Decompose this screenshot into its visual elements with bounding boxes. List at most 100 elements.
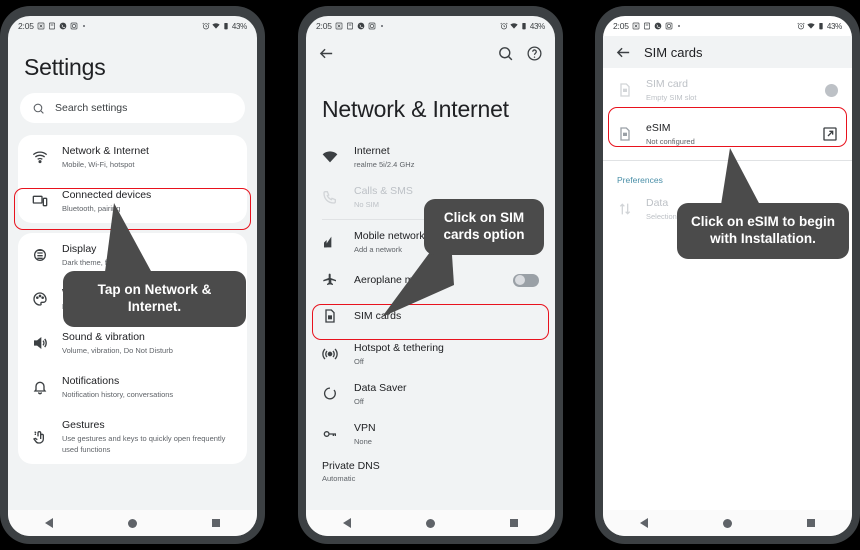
vpn-icon — [322, 426, 338, 442]
calls-sms-icon — [322, 189, 338, 205]
page-title: Settings — [24, 54, 106, 80]
row-title: eSIM — [646, 122, 671, 134]
status-bar-right: 43% — [500, 22, 545, 31]
status-time: 2:05 — [613, 21, 629, 31]
status-bar: 2:05 43% — [603, 16, 852, 36]
row-title: Network & Internet — [62, 145, 149, 157]
home-circle-icon[interactable] — [127, 518, 137, 528]
wifi-icon — [807, 22, 815, 30]
status-dot — [677, 25, 680, 27]
row-title: Notifications — [62, 375, 120, 387]
row-title: Calls & SMS — [354, 185, 413, 197]
back-arrow-icon[interactable] — [318, 45, 335, 62]
row-title: Hotspot & tethering — [354, 342, 444, 354]
signal-icon — [322, 234, 338, 250]
nav-bar — [306, 510, 555, 536]
battery-percent: 43% — [231, 21, 247, 31]
sidebar-item-gestures[interactable]: Gestures Use gestures and keys to quickl… — [18, 409, 247, 464]
data-saver-icon — [322, 386, 338, 402]
hotspot-icon — [322, 346, 338, 362]
battery-icon — [817, 22, 825, 30]
bell-icon — [32, 379, 48, 395]
wifi-icon — [322, 149, 338, 165]
page-title: SIM cards — [644, 44, 703, 60]
screenshot-icon — [335, 22, 343, 30]
row-title: Connected devices — [62, 189, 152, 201]
status-bar-left: 2:05 — [316, 21, 383, 31]
sidebar-item-network-internet[interactable]: Network & Internet Mobile, Wi-Fi, hotspo… — [18, 135, 247, 179]
network-scroll[interactable]: Internet realme 5i/2.4 GHz Calls & SMS N… — [306, 137, 555, 536]
settings-scroll[interactable]: Network & Internet Mobile, Wi-Fi, hotspo… — [8, 135, 257, 536]
sim-card-toggle[interactable] — [825, 83, 838, 97]
recent-square-icon[interactable] — [509, 519, 518, 527]
row-title: Private DNS — [322, 460, 380, 472]
wallpaper-icon — [32, 291, 48, 307]
aeroplane-mode-toggle[interactable] — [513, 273, 539, 287]
battery-percent: 43% — [529, 21, 545, 31]
app-bar — [306, 36, 555, 70]
external-link-icon[interactable] — [822, 126, 838, 142]
devices-icon — [32, 193, 48, 209]
status-bar: 2:05 43% — [8, 16, 257, 36]
back-triangle-icon[interactable] — [343, 518, 352, 528]
status-time: 2:05 — [18, 21, 34, 31]
screenshot-icon — [632, 22, 640, 30]
search-icon[interactable] — [497, 45, 514, 62]
list-item-hotspot-tethering[interactable]: Hotspot & tethering Off — [306, 334, 555, 374]
list-item-data-saver[interactable]: Data Saver Off — [306, 374, 555, 414]
phone-icon — [59, 22, 67, 30]
row-title: SIM card — [646, 78, 689, 90]
back-triangle-icon[interactable] — [640, 518, 649, 528]
back-triangle-icon[interactable] — [45, 518, 54, 528]
wifi-icon — [212, 22, 220, 30]
row-title: Sound & vibration — [62, 331, 145, 343]
home-circle-icon[interactable] — [722, 518, 732, 528]
search-placeholder: Search settings — [55, 102, 128, 114]
alarm-icon — [202, 22, 210, 30]
recent-square-icon[interactable] — [211, 519, 220, 527]
battery-icon — [222, 22, 230, 30]
search-input[interactable]: Search settings — [20, 93, 245, 123]
phone3-screen: 2:05 43% SIM cards SIM card Empty SIM sl… — [603, 16, 852, 536]
battery-icon — [520, 22, 528, 30]
row-title: Gestures — [62, 419, 105, 431]
page-title: Network & Internet — [322, 96, 509, 122]
alarm-icon — [500, 22, 508, 30]
callout-click-esim: Click on eSIM to begin with Installation… — [677, 203, 849, 259]
status-bar-left: 2:05 — [18, 21, 85, 31]
sidebar-item-notifications[interactable]: Notifications Notification history, conv… — [18, 365, 247, 409]
sidebar-item-sound-vibration[interactable]: Sound & vibration Volume, vibration, Do … — [18, 321, 247, 365]
row-title: Internet — [354, 145, 390, 157]
wifi-icon — [32, 149, 48, 165]
display-icon — [32, 247, 48, 263]
row-subtitle: Use gestures and keys to quickly open fr… — [62, 434, 226, 454]
recent-square-icon[interactable] — [806, 519, 815, 527]
home-circle-icon[interactable] — [425, 518, 435, 528]
sim-list[interactable]: SIM card Empty SIM slot eSIM Not configu… — [603, 68, 852, 504]
screenshot-icon — [37, 22, 45, 30]
phone-icon — [357, 22, 365, 30]
list-item-internet[interactable]: Internet realme 5i/2.4 GHz — [306, 137, 555, 177]
row-title: VPN — [354, 422, 376, 434]
alarm-icon — [368, 22, 376, 30]
list-item-vpn[interactable]: VPN None — [306, 414, 555, 454]
status-dot — [82, 25, 85, 27]
sim-empty-icon — [617, 82, 633, 98]
help-icon[interactable] — [526, 45, 543, 62]
row-subtitle: Not configured — [646, 137, 695, 146]
row-subtitle: Volume, vibration, Do Not Disturb — [62, 346, 173, 355]
row-subtitle: None — [354, 437, 372, 446]
sim-icon — [643, 22, 651, 30]
row-subtitle: Mobile, Wi-Fi, hotspot — [62, 160, 135, 169]
sim-icon — [48, 22, 56, 30]
row-subtitle: Off — [354, 397, 364, 406]
list-item-private-dns[interactable]: Private DNS Automatic — [306, 454, 555, 485]
back-arrow-icon[interactable] — [615, 44, 632, 61]
app-bar: SIM cards — [603, 36, 852, 68]
callout-tap-network: Tap on Network & Internet. — [63, 271, 246, 327]
row-subtitle: Empty SIM slot — [646, 93, 697, 102]
status-bar: 2:05 43% — [306, 16, 555, 36]
alarm-icon — [70, 22, 78, 30]
aeroplane-icon — [322, 272, 338, 288]
list-item-sim-card[interactable]: SIM card Empty SIM slot — [603, 68, 852, 112]
